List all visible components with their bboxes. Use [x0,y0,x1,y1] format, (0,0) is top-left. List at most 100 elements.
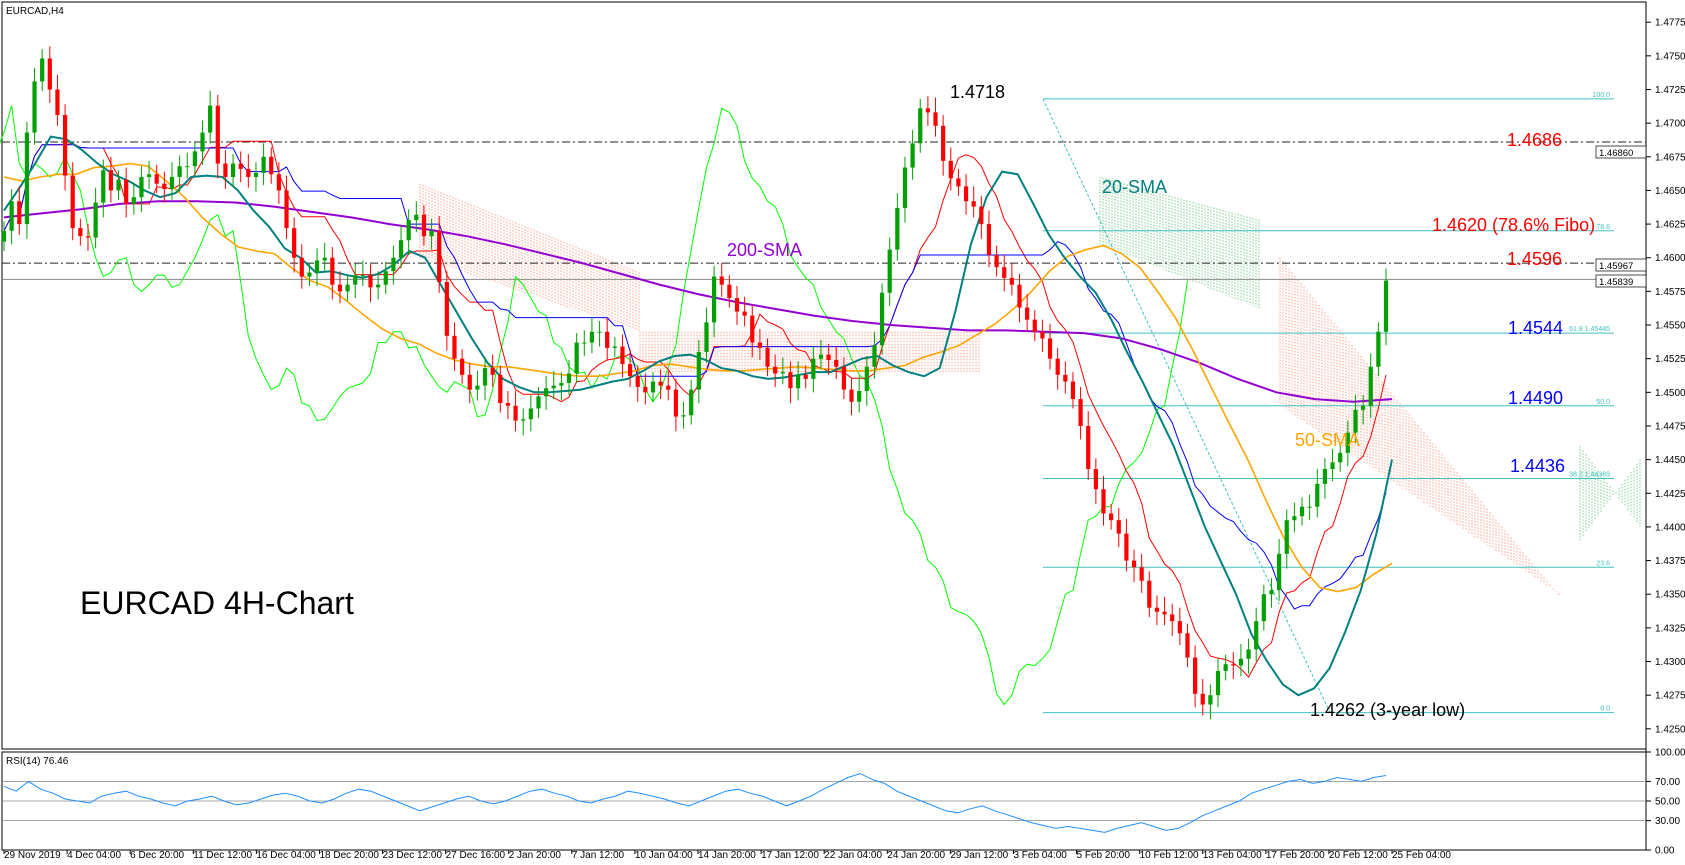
candle-body [1292,516,1297,521]
ichimoku-cloud-red-2 [639,331,980,373]
candle-body [467,374,472,390]
candle-body [368,275,373,288]
price-tick-label: 1.45500 [1655,321,1685,332]
candle-body [116,179,121,191]
high-label: 1.4718 [950,82,1005,102]
candle-body [1368,366,1373,406]
candle-body [62,115,68,176]
candle-body [879,292,885,346]
price-tick-label: 1.43000 [1655,657,1685,668]
price-axis-layer: 1.47750 1.47500 1.47250 1.47000 1.46750 1.465… [1646,18,1685,735]
candle-body [345,284,350,292]
candle-body [1154,607,1160,612]
candle-body [895,207,900,250]
time-tick-label: 14 Jan 20:00 [698,850,756,860]
price-tick-label: 1.47250 [1655,85,1685,96]
candle-body [284,190,289,229]
candle-body [223,163,228,177]
ichimoku-cloud-layer [419,176,1641,596]
sma50-label: 50-SMA [1295,430,1360,450]
fibo-ratio-label: 61.8 1.45445 [1569,326,1610,333]
candle-body [9,201,14,231]
candle-body [1147,580,1152,608]
candle-body [1269,590,1274,595]
candle-body [1093,469,1098,490]
candle-body [1139,567,1144,581]
time-tick-label: 6 Dec 20:00 [130,850,184,860]
candle-body [582,342,587,344]
candle-body [986,224,992,256]
candle-body [635,376,640,387]
candle-body [414,214,419,221]
price-tick-label: 1.46500 [1655,186,1685,197]
candle-body [826,354,831,361]
candle-body [1162,611,1167,615]
candle-body [177,166,182,177]
candle-body [1032,319,1037,332]
candle-body [1055,358,1060,375]
candle-body [1185,633,1190,658]
candle-body [941,125,946,161]
candle-body [559,382,564,386]
candle-body [803,374,808,379]
candle-body [452,335,457,359]
time-tick-label: 24 Jan 20:00 [887,850,945,860]
symbol-label: EURCAD,H4 [6,6,64,17]
candle-body [1070,381,1076,400]
candle-body [330,257,335,285]
level-1686-label: 1.4686 [1507,130,1562,150]
candle-body [1238,658,1244,666]
candle-body [185,166,190,168]
candle-body [398,240,404,258]
candle-body [108,170,113,191]
time-tick-label: 10 Feb 12:00 [1140,850,1199,860]
candle-body [788,372,793,389]
price-tick-label: 1.47500 [1655,51,1685,62]
candle-body [689,389,694,416]
rsi-tick-label: 30.00 [1655,816,1680,827]
candle-body [85,236,91,238]
candle-body [1360,405,1366,410]
candle-body [154,174,159,184]
chart-title: EURCAD 4H-Chart [80,585,354,621]
time-tick-label: 18 Dec 20:00 [319,850,379,860]
candle-body [872,345,877,367]
candle-body [528,408,533,420]
candle-body [498,374,503,404]
ichimoku-cloud-red-1 [419,183,640,332]
candle-body [482,368,488,386]
candle-body [1322,469,1328,484]
price-tick-label: 1.42500 [1655,724,1685,735]
candle-body [902,167,908,208]
candle-body [246,168,251,177]
price-tick-label: 1.43500 [1655,590,1685,601]
time-tick-label: 16 Dec 04:00 [256,850,316,860]
candle-body [78,228,83,237]
candle-body [55,89,60,116]
candle-body [429,230,434,237]
candle-body [1338,452,1343,463]
candle-body [1330,462,1335,470]
candle-body [101,170,106,203]
candle-body [1170,614,1175,622]
fibo-786-annotation: 1.4620 (78.6% Fibo) [1432,215,1595,235]
candle-body [765,347,770,367]
candle-body [727,284,732,299]
candle-body [711,276,717,323]
rsi-title: RSI(14) 76.46 [6,756,69,767]
candle-body [337,284,343,292]
candle-body [566,373,572,383]
candle-body [1017,284,1022,308]
candle-body [963,186,969,202]
candle-body [589,331,595,343]
time-tick-label: 29 Jan 12:00 [950,850,1008,860]
candle-body [1307,506,1312,508]
candle-body [971,201,976,207]
price-tick-label: 1.46250 [1655,220,1685,231]
fibo-ratio-label: 50.0 [1596,399,1610,406]
candle-body [1277,553,1282,591]
price-tick-label: 1.45000 [1655,388,1685,399]
candle-body [124,179,129,204]
candle-body [307,272,312,277]
candle-body [513,405,518,421]
